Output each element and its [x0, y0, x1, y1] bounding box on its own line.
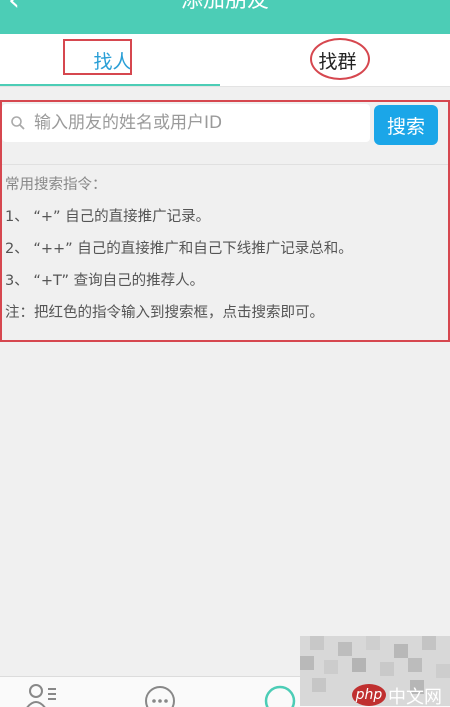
- instructions-note: 注：把红色的指令输入到搜索框，点击搜索即可。: [5, 305, 324, 321]
- search-field[interactable]: [2, 104, 370, 142]
- compass-icon: [264, 685, 296, 707]
- chat-bubble-icon: [145, 686, 175, 707]
- title-bar: ‹ 添加朋友: [0, 0, 450, 34]
- nav-contacts[interactable]: [20, 681, 60, 707]
- page-title: 添加朋友: [180, 0, 269, 13]
- instruction-item: 1、 “+” 自己的直接推广记录。: [5, 209, 211, 225]
- annotation-box-tab: [63, 39, 132, 75]
- contacts-icon: [26, 684, 56, 707]
- watermark: php 中文网: [300, 636, 450, 706]
- search-row: 搜索: [0, 104, 450, 146]
- tab-bar: 找人 找群: [0, 34, 450, 87]
- watermark-badge: php: [352, 684, 386, 706]
- nav-messages[interactable]: [140, 681, 180, 707]
- search-input[interactable]: [34, 113, 354, 133]
- search-instructions: 常用搜索指令： 1、 “+” 自己的直接推广记录。 2、 “++” 自己的直接推…: [0, 164, 450, 339]
- instruction-item: 2、 “++” 自己的直接推广和自己下线推广记录总和。: [5, 241, 353, 257]
- annotation-circle-tab: [310, 38, 370, 80]
- watermark-text: 中文网: [388, 687, 442, 706]
- search-icon: [11, 116, 25, 130]
- search-button[interactable]: 搜索: [374, 105, 438, 145]
- instructions-heading: 常用搜索指令：: [5, 177, 107, 193]
- nav-discover[interactable]: [260, 681, 300, 707]
- search-panel: 搜索 常用搜索指令： 1、 “+” 自己的直接推广记录。 2、 “++” 自己的…: [0, 100, 450, 342]
- instruction-item: 3、 “+T” 查询自己的推荐人。: [5, 273, 205, 289]
